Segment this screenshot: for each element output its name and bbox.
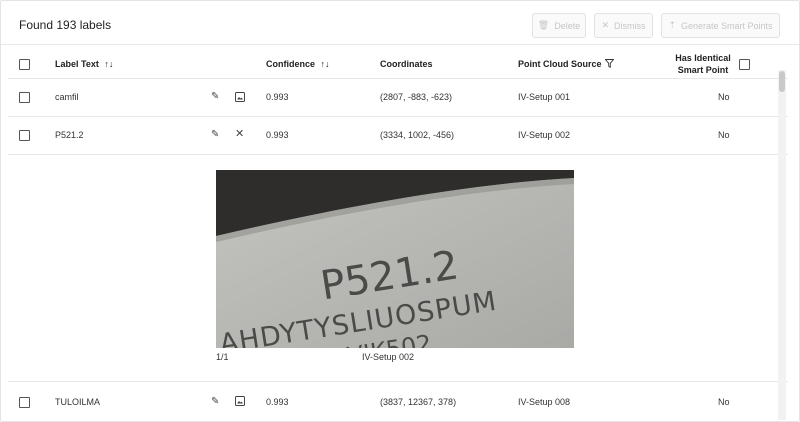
dismiss-button-label: Dismiss	[614, 20, 646, 31]
has-identical-line1: Has Identical	[675, 53, 731, 63]
column-header-coordinates: Coordinates	[380, 59, 433, 69]
row-coordinates: (3334, 1002, -456)	[380, 130, 455, 140]
row-checkbox[interactable]	[19, 92, 30, 103]
row-divider	[8, 154, 788, 155]
row-divider	[8, 381, 788, 382]
confidence-header: Confidence	[266, 59, 316, 69]
dismiss-button[interactable]: ✕ Dismiss	[594, 13, 653, 38]
sort-icon[interactable]: ↑↓	[104, 59, 113, 69]
edit-icon[interactable]: ✎	[211, 92, 219, 102]
upload-icon: ⇡	[668, 20, 676, 30]
row-confidence: 0.993	[266, 130, 289, 140]
delete-button[interactable]: 🗑 Delete	[532, 13, 586, 38]
row-has-identical: No	[718, 397, 730, 407]
filter-icon[interactable]	[604, 59, 615, 69]
row-coordinates: (2807, -883, -623)	[380, 92, 453, 102]
column-header-label-text[interactable]: Label Text ↑↓	[55, 59, 113, 69]
row-label-text: P521.2	[55, 130, 84, 140]
column-header-confidence[interactable]: Confidence ↑↓	[266, 59, 330, 69]
point-cloud-source-header: Point Cloud Source	[518, 59, 602, 69]
preview-source: IV-Setup 002	[362, 352, 415, 362]
label-text-header: Label Text	[55, 59, 99, 69]
generate-button-label: Generate Smart Points	[681, 20, 773, 31]
row-confidence: 0.993	[266, 397, 289, 407]
column-header-divider	[8, 78, 788, 79]
header-divider	[0, 44, 800, 45]
row-has-identical: No	[718, 130, 730, 140]
row-source: IV-Setup 002	[518, 130, 571, 140]
sort-icon[interactable]: ↑↓	[321, 59, 330, 69]
row-divider	[8, 116, 788, 117]
row-confidence: 0.993	[266, 92, 289, 102]
column-header-point-cloud-source[interactable]: Point Cloud Source	[518, 59, 615, 69]
label-photo: P521.2 AHDYTYSLIUOSPUM VJK502	[216, 170, 574, 348]
scrollbar-thumb[interactable]	[779, 71, 785, 92]
row-coordinates: (3837, 12367, 378)	[380, 397, 457, 407]
image-icon[interactable]	[235, 92, 245, 102]
column-header-has-identical: Has Identical Smart Point	[670, 52, 736, 76]
row-checkbox[interactable]	[19, 397, 30, 408]
generate-smart-points-button[interactable]: ⇡ Generate Smart Points	[661, 13, 780, 38]
image-icon[interactable]	[235, 396, 245, 406]
row-label-text: camfil	[55, 92, 79, 102]
preview-page-indicator: 1/1	[216, 352, 229, 362]
edit-icon[interactable]: ✎	[211, 130, 219, 140]
row-source: IV-Setup 001	[518, 92, 571, 102]
select-all-checkbox[interactable]	[19, 59, 30, 70]
delete-button-label: Delete	[554, 20, 581, 31]
close-icon[interactable]: ✕	[235, 129, 244, 140]
row-has-identical: No	[718, 92, 730, 102]
trash-icon: 🗑	[537, 20, 550, 30]
edit-icon[interactable]: ✎	[211, 397, 219, 407]
row-source: IV-Setup 008	[518, 397, 571, 407]
has-identical-checkbox[interactable]	[739, 59, 750, 70]
label-preview-image: P521.2 AHDYTYSLIUOSPUM VJK502	[216, 170, 574, 348]
close-icon: ✕	[601, 20, 610, 30]
scrollbar-track[interactable]	[778, 70, 786, 420]
has-identical-line2: Smart Point	[677, 65, 729, 75]
page-title: Found 193 labels	[19, 18, 112, 32]
row-label-text: TULOILMA	[55, 397, 101, 407]
row-checkbox[interactable]	[19, 130, 30, 141]
